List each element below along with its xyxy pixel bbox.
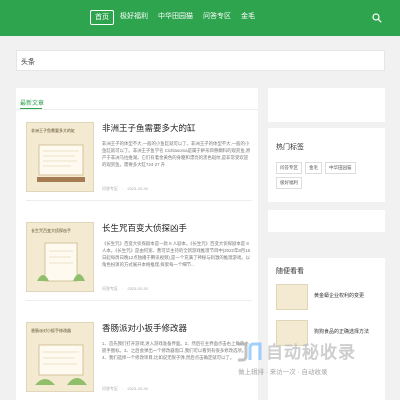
article-meta: 问答专区 · 2023-03-30 [102, 386, 148, 391]
divider [16, 109, 258, 110]
article-excerpt: 《长生咒》百变大侦探剧本是一款 8 人剧本。《长生咒》百变大侦探剧本是 8 人本… [102, 241, 251, 267]
article-author[interactable]: 问答专区 [102, 386, 118, 391]
article-meta: 问答专区 · 2023-03-30 [102, 286, 148, 291]
article-thumbnail[interactable]: 非洲王子鱼需要多大的缸 [26, 122, 94, 192]
divider [26, 200, 252, 201]
random-post-title[interactable]: 黄金蟒企业权利的变更 [314, 292, 364, 299]
thumbnail-title: 长生咒百变大侦探凶手 [31, 228, 71, 233]
nav-item-golden[interactable]: 金毛 [237, 10, 259, 25]
nav-item-cat[interactable]: 中华田园猫 [154, 10, 197, 25]
article-meta: 问答专区 · 2023-03-30 [102, 186, 148, 191]
article-author[interactable]: 问答专区 [102, 186, 118, 191]
article-thumbnail[interactable]: 香肠派对小扳手修改器 [26, 322, 94, 392]
random-post-item[interactable]: 黄金蟒企业权利的变更 [276, 284, 380, 314]
sidebar-widget-blank [268, 210, 385, 232]
nav-item-qa[interactable]: 问答专区 [199, 10, 235, 25]
hot-tags-widget: 热门标签 问答专区 金毛 中华田园猫 极好福利 [268, 134, 385, 202]
tag-item[interactable]: 极好福利 [276, 177, 302, 189]
nav-item-home[interactable]: 首页 [90, 10, 114, 25]
article-author[interactable]: 问答专区 [102, 286, 118, 291]
divider [26, 300, 252, 301]
hot-tags-heading: 热门标签 [276, 144, 304, 151]
article-item[interactable]: 长生咒百变大侦探凶手 长生咒百变大侦探凶手 《长生咒》百变大侦探剧本是一款 8 … [26, 222, 252, 302]
search-icon[interactable] [372, 13, 382, 23]
thumbnail-illustration [37, 144, 85, 182]
article-date: 2023-03-30 [127, 186, 148, 191]
article-list: 最新文章 非洲王子鱼需要多大的缸 非洲王子鱼需要多大的缸 非洲王子的体型不大,一… [16, 88, 258, 400]
article-excerpt: 非洲王子的体型不大,一般的小鱼缸就可以了。非洲王子的体型不大,一般的小鱼缸就可以… [102, 141, 251, 167]
article-date: 2023-03-30 [127, 286, 148, 291]
article-date: 2023-03-30 [127, 386, 148, 391]
article-title[interactable]: 非洲王子鱼需要多大的缸 [102, 122, 196, 134]
watermark-subtext: 做上辑排 · 来访一次 · 自动收录 [238, 369, 328, 376]
tag-cloud: 问答专区 金毛 中华田园猫 极好福利 [276, 162, 380, 189]
random-posts-heading: 随便看看 [276, 268, 304, 275]
tag-item[interactable]: 金毛 [305, 162, 322, 174]
tab-latest[interactable]: 最新文章 [20, 98, 44, 107]
main-nav: 首页 极好福利 中华田园猫 问答专区 金毛 [90, 10, 259, 25]
article-thumbnail[interactable]: 长生咒百变大侦探凶手 [26, 222, 94, 292]
article-title[interactable]: 长生咒百变大侦探凶手 [102, 222, 187, 234]
tag-item[interactable]: 问答专区 [276, 162, 302, 174]
article-title[interactable]: 香肠派对小扳手修改器 [102, 322, 187, 334]
top-navbar: 首页 极好福利 中华田园猫 问答专区 金毛 [0, 0, 400, 36]
random-post-thumbnail[interactable] [276, 284, 308, 310]
nav-item-welfare[interactable]: 极好福利 [116, 10, 152, 25]
article-item[interactable]: 非洲王子鱼需要多大的缸 非洲王子鱼需要多大的缸 非洲王子的体型不大,一般的小鱼缸… [26, 122, 252, 202]
watermark-text: 自动秘收录 [266, 343, 356, 362]
thumbnail-title: 非洲王子鱼需要多大的缸 [31, 128, 75, 133]
thumbnail-illustration [37, 242, 85, 282]
headline-label: 头条 [21, 59, 35, 66]
thumbnail-illustration [35, 344, 87, 385]
logo-icon [238, 342, 262, 362]
article-item[interactable]: 香肠派对小扳手修改器 香肠派对小扳手修改器 1、首先我们打开游戏,进入游戏准备界… [26, 322, 252, 400]
sidebar-widget-blank [268, 88, 385, 122]
article-excerpt: 1、首先我们打开游戏,进入游戏准备界面。2、然后在主界面点击右上角的小扳手图标。… [102, 341, 249, 360]
tag-item[interactable]: 中华田园猫 [325, 162, 356, 174]
random-post-title[interactable]: 狗狗食品的正确选择方法 [314, 328, 369, 335]
watermark: 自动秘收录 做上辑排 · 来访一次 · 自动收录 [232, 338, 382, 384]
headline-bar: 头条 [16, 50, 385, 71]
thumbnail-title: 香肠派对小扳手修改器 [31, 328, 71, 333]
